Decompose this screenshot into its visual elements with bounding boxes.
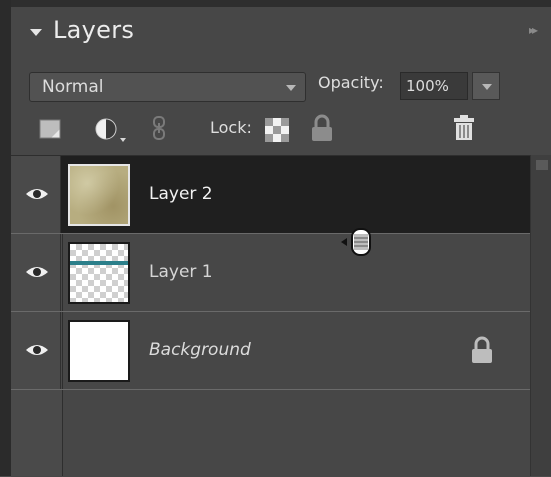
trash-icon[interactable] [452, 114, 476, 142]
panel-menu-icon[interactable]: ▸▸ [529, 23, 538, 37]
scroll-up-button[interactable] [536, 160, 548, 170]
panel-top-edge [0, 0, 551, 7]
layer-name[interactable]: Layer 1 [149, 262, 213, 282]
opacity-value: 100% [406, 77, 449, 95]
visibility-toggle[interactable] [11, 312, 61, 389]
panel-title: Layers [53, 16, 135, 44]
link-layers-icon[interactable] [152, 115, 166, 143]
layer-name[interactable]: Background [149, 340, 251, 360]
eye-icon[interactable] [25, 264, 49, 280]
visibility-toggle[interactable] [11, 234, 61, 311]
opacity-input[interactable]: 100% [400, 72, 468, 100]
layer-row-layer-1[interactable]: Layer 1 [11, 234, 530, 312]
thumbnail-stripe [70, 261, 128, 265]
collapse-triangle-icon[interactable] [30, 29, 42, 36]
opacity-dropdown-button[interactable] [472, 72, 500, 100]
eye-icon[interactable] [25, 342, 49, 358]
lock-transparent-pixels-icon[interactable] [265, 118, 289, 142]
lock-icon [472, 336, 492, 363]
panel-left-edge [0, 0, 11, 476]
layer-row-layer-2[interactable]: Layer 2 [11, 156, 530, 234]
layer-thumbnail[interactable] [68, 320, 130, 382]
layer-thumbnail[interactable] [68, 164, 130, 226]
drag-hand-cursor-icon [341, 228, 371, 256]
layer-thumbnail[interactable] [68, 242, 130, 304]
new-layer-icon[interactable] [39, 118, 63, 140]
lock-label: Lock: [210, 118, 252, 137]
layer-name[interactable]: Layer 2 [149, 184, 213, 204]
layers-scrollbar[interactable] [530, 155, 551, 476]
opacity-label: Opacity: [318, 73, 384, 92]
blend-mode-select[interactable]: Normal [29, 72, 306, 102]
chevron-down-icon [286, 85, 296, 91]
panel-titlebar[interactable]: Layers ▸▸ [11, 7, 551, 57]
visibility-toggle[interactable] [11, 156, 61, 233]
adjustment-layer-icon[interactable] [94, 116, 128, 144]
blend-mode-value: Normal [42, 77, 104, 97]
lock-all-icon[interactable] [310, 114, 334, 142]
layer-row-background[interactable]: Background [11, 312, 530, 390]
eye-icon[interactable] [25, 186, 49, 202]
layers-panel: Layers ▸▸ Normal Opacity: 100% Lock: Lay… [0, 0, 551, 477]
